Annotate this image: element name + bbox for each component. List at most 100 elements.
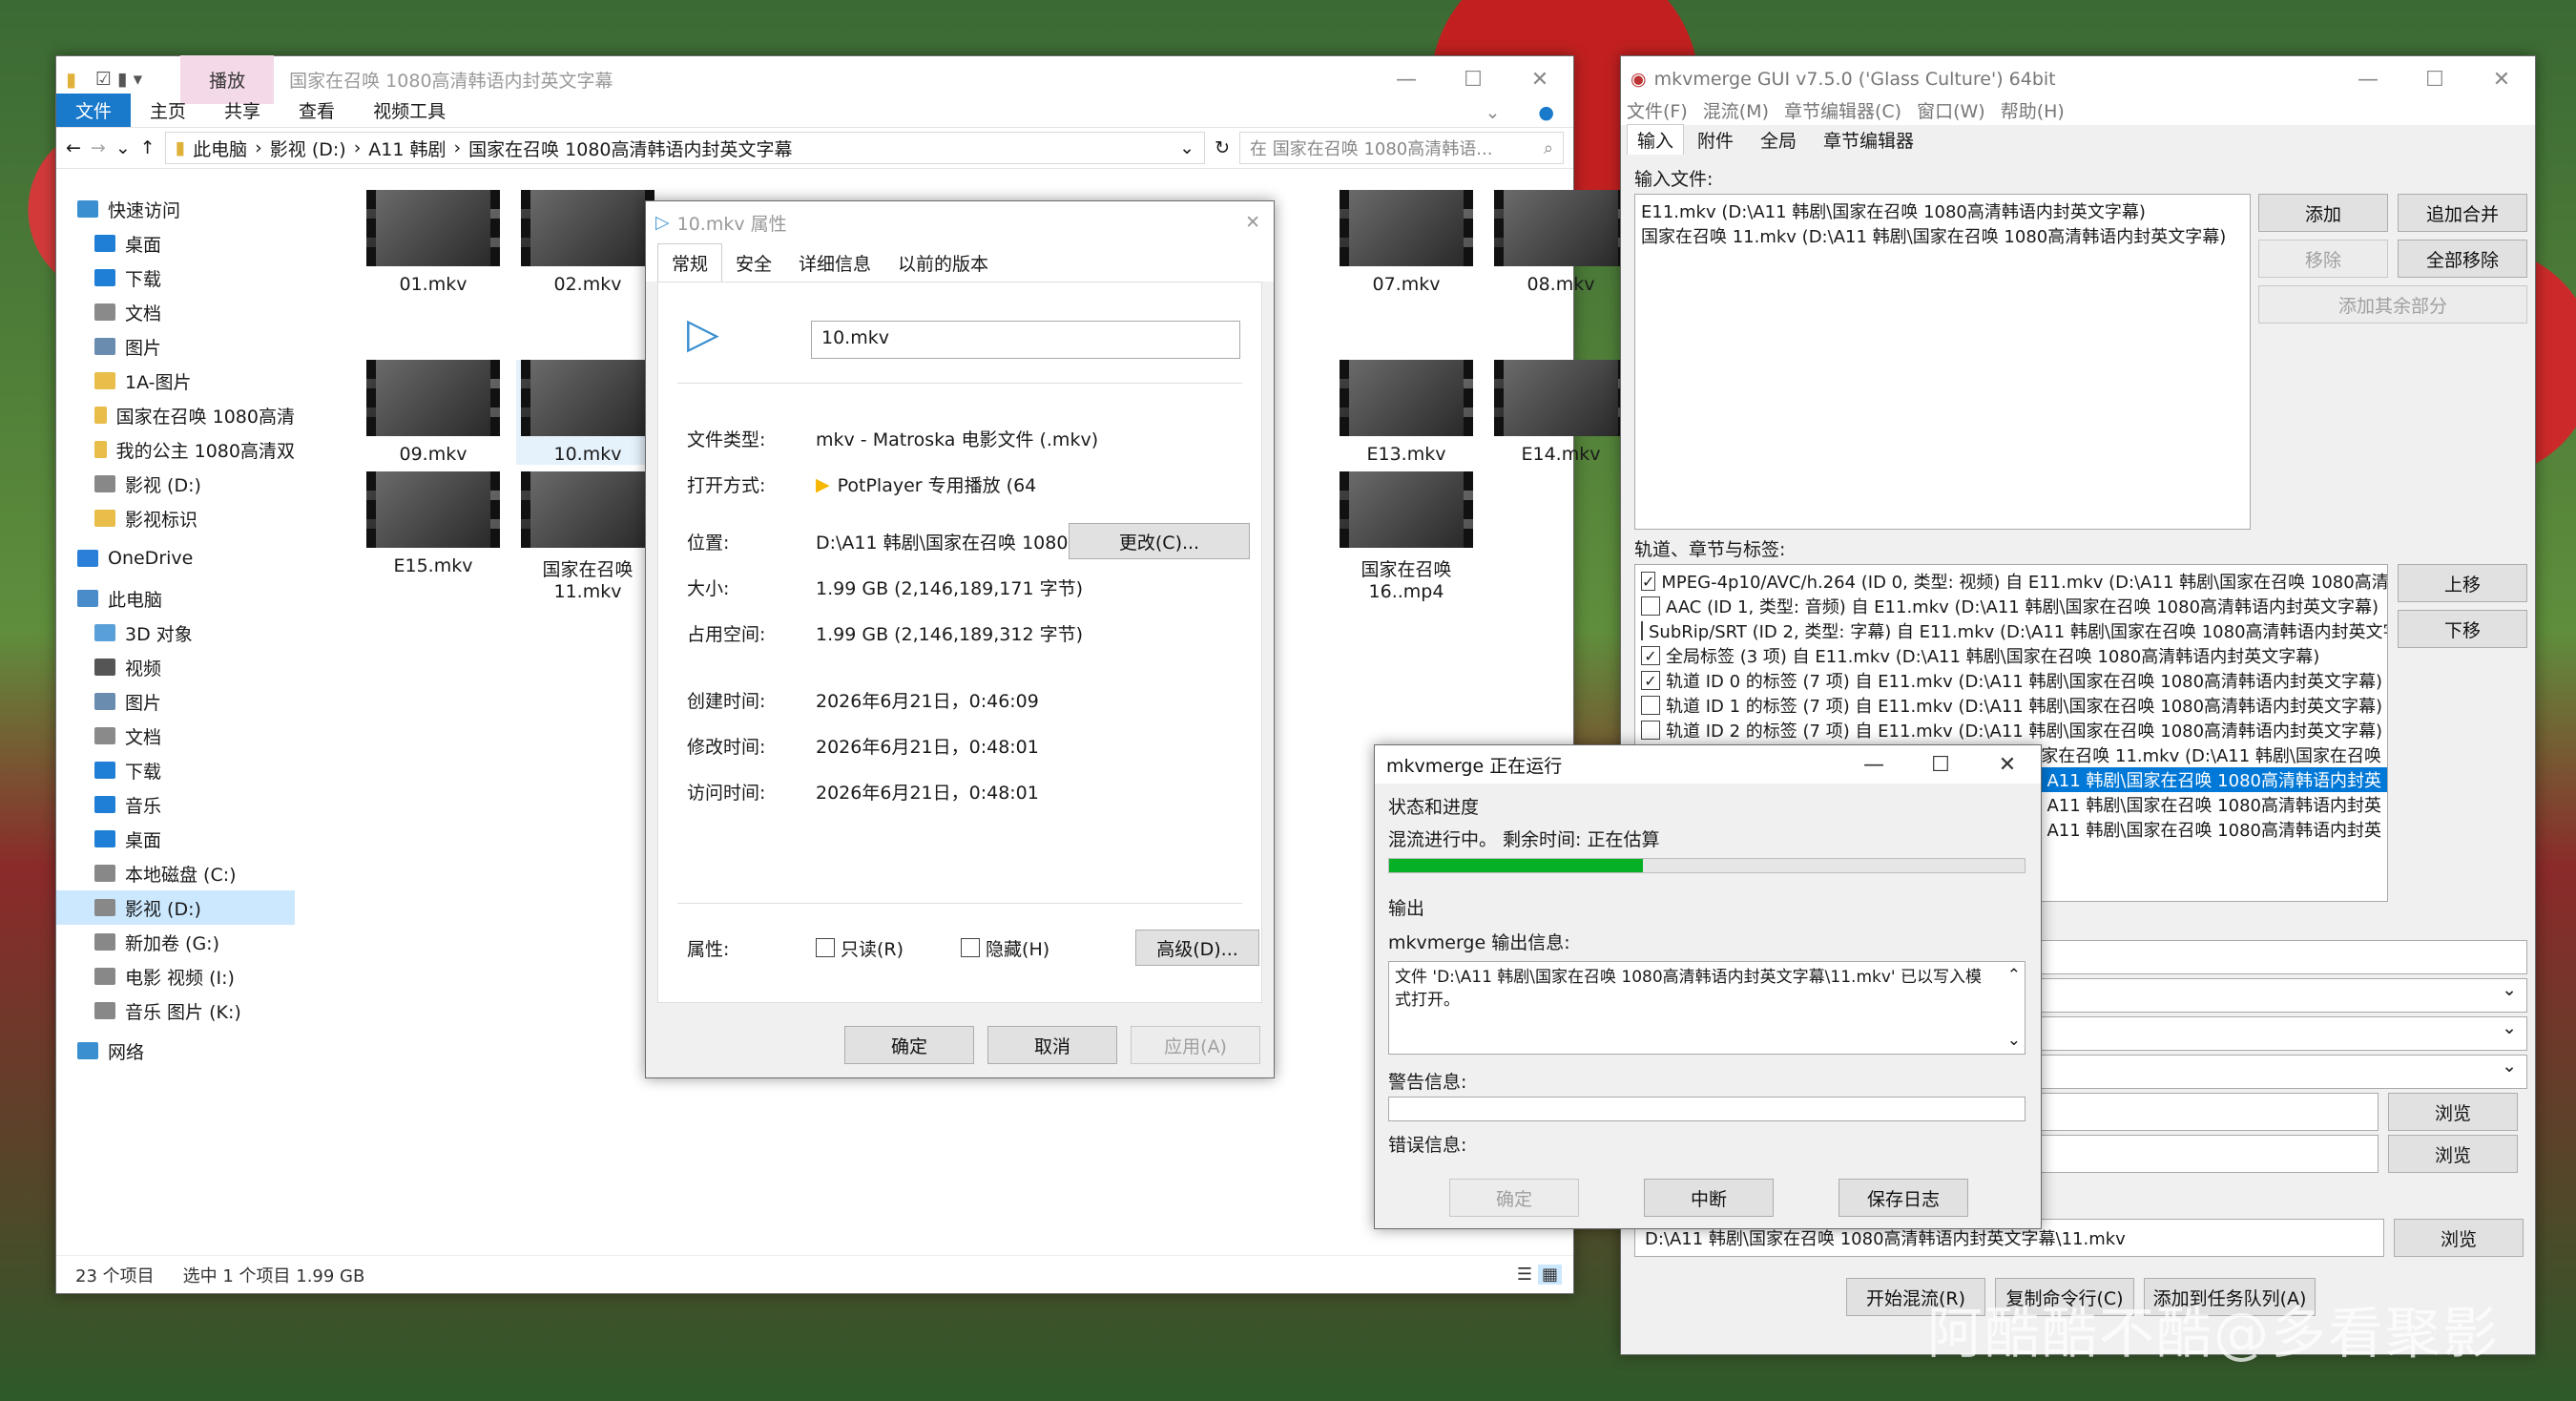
nav-item[interactable]: 快速访问	[56, 192, 295, 226]
add-other-parts-button[interactable]: 添加其余部分	[2258, 285, 2527, 324]
track-checkbox[interactable]: ✓	[1641, 646, 1660, 665]
track-item[interactable]: SubRip/SRT (ID 2, 类型: 字幕) 自 E11.mkv (D:\…	[1635, 618, 2387, 643]
tab-previous-versions[interactable]: 以前的版本	[884, 244, 1002, 282]
menu-window[interactable]: 窗口(W)	[1917, 97, 1985, 123]
menu-file[interactable]: 文件(F)	[1627, 97, 1688, 123]
nav-item[interactable]: 下载	[56, 753, 295, 787]
file-item[interactable]: 国家在召唤 11.mkv	[516, 471, 659, 602]
nav-item[interactable]: 新加卷 (G:)	[56, 925, 295, 959]
hidden-checkbox[interactable]	[961, 938, 981, 957]
minimize-icon[interactable]: —	[1373, 68, 1440, 92]
browse-button[interactable]: 浏览	[2388, 1093, 2518, 1131]
input-files-list[interactable]: E11.mkv (D:\A11 韩剧\国家在召唤 1080高清韩语内封英文字幕)…	[1634, 194, 2251, 530]
minimize-icon[interactable]: —	[2335, 68, 2401, 92]
nav-item[interactable]: 网络	[56, 1034, 295, 1068]
browse-output-button[interactable]: 浏览	[2394, 1219, 2524, 1257]
nav-item[interactable]: 音乐	[56, 787, 295, 822]
nav-item[interactable]: 国家在召唤 1080高清	[56, 398, 295, 432]
nav-item[interactable]: 文档	[56, 719, 295, 753]
maximize-icon[interactable]: ☐	[2401, 68, 2468, 92]
ribbon-tab-file[interactable]: 文件	[56, 94, 132, 127]
nav-item[interactable]: 桌面	[56, 822, 295, 856]
nav-item[interactable]: 桌面	[56, 226, 295, 261]
chevron-down-icon[interactable]: ⌄	[1179, 137, 1195, 158]
move-down-button[interactable]: 下移	[2398, 610, 2527, 648]
tab-attachments[interactable]: 附件	[1684, 125, 1747, 155]
track-item[interactable]: ✓ 全局标签 (3 项) 自 E11.mkv (D:\A11 韩剧\国家在召唤 1…	[1635, 643, 2387, 668]
close-icon[interactable]: ✕	[2468, 68, 2535, 92]
breadcrumb-item[interactable]: 此电脑	[193, 136, 247, 161]
abort-button[interactable]: 中断	[1644, 1179, 1774, 1217]
file-item[interactable]: E14.mkv	[1489, 360, 1632, 465]
track-item[interactable]: ✓ 轨道 ID 0 的标签 (7 项) 自 E11.mkv (D:\A11 韩剧\…	[1635, 668, 2387, 693]
track-item[interactable]: 轨道 ID 1 的标签 (7 项) 自 E11.mkv (D:\A11 韩剧\国…	[1635, 693, 2387, 718]
add-button[interactable]: 添加	[2258, 194, 2388, 232]
file-item[interactable]: E13.mkv	[1335, 360, 1478, 465]
breadcrumb-item[interactable]: 影视 (D:)	[270, 136, 346, 161]
readonly-checkbox[interactable]	[816, 938, 835, 957]
forward-icon[interactable]: →	[91, 137, 106, 158]
nav-item[interactable]: 图片	[56, 684, 295, 719]
ribbon-tab-home[interactable]: 主页	[131, 94, 205, 127]
warnings-textarea[interactable]	[1388, 1097, 2025, 1121]
nav-item[interactable]: 3D 对象	[56, 616, 295, 650]
nav-item[interactable]: 视频	[56, 650, 295, 684]
apply-button[interactable]: 应用(A)	[1131, 1026, 1260, 1064]
file-item-selected[interactable]: 10.mkv	[516, 360, 659, 465]
nav-item[interactable]: 下载	[56, 261, 295, 295]
track-checkbox[interactable]	[1641, 696, 1660, 715]
nav-item[interactable]: 本地磁盘 (C:)	[56, 856, 295, 890]
nav-item[interactable]: 图片	[56, 329, 295, 364]
menu-mux[interactable]: 混流(M)	[1703, 97, 1769, 123]
file-item[interactable]: E15.mkv	[362, 471, 505, 576]
track-item[interactable]: AAC (ID 1, 类型: 音频) 自 E11.mkv (D:\A11 韩剧\…	[1635, 594, 2387, 618]
nav-item[interactable]: 1A-图片	[56, 364, 295, 398]
nav-item[interactable]: OneDrive	[56, 541, 295, 575]
nav-item[interactable]: 影视标识	[56, 501, 295, 535]
file-item[interactable]: 07.mkv	[1335, 190, 1478, 295]
file-item[interactable]: 国家在召唤 16..mp4	[1335, 471, 1478, 602]
recent-icon[interactable]: ⌄	[115, 137, 131, 158]
nav-item[interactable]: 音乐 图片 (K:)	[56, 993, 295, 1028]
breadcrumb-item[interactable]: A11 韩剧	[368, 136, 446, 161]
nav-item[interactable]: 此电脑	[56, 581, 295, 616]
track-checkbox[interactable]: ✓	[1641, 572, 1656, 591]
nav-item[interactable]: 文档	[56, 295, 295, 329]
track-item[interactable]: ✓ MPEG-4p10/AVC/h.264 (ID 0, 类型: 视频) 自 E1…	[1635, 569, 2387, 594]
cancel-button[interactable]: 取消	[987, 1026, 1117, 1064]
browse-button[interactable]: 浏览	[2388, 1135, 2518, 1173]
thumbnail-view-icon[interactable]: ▦	[1537, 1265, 1562, 1285]
tab-input[interactable]: 输入	[1627, 124, 1685, 155]
track-checkbox[interactable]	[1641, 621, 1643, 640]
ribbon-tab-share[interactable]: 共享	[205, 94, 280, 127]
ribbon-tab-view[interactable]: 查看	[280, 94, 354, 127]
save-log-button[interactable]: 保存日志	[1839, 1179, 1968, 1217]
append-button[interactable]: 追加合并	[2398, 194, 2527, 232]
close-icon[interactable]: ✕	[1506, 68, 1573, 92]
back-icon[interactable]: ←	[66, 137, 81, 158]
filename-field[interactable]: 10.mkv	[811, 321, 1240, 359]
output-textarea[interactable]: 文件 'D:\A11 韩剧\国家在召唤 1080高清韩语内封英文字幕\11.mk…	[1388, 961, 2025, 1055]
move-up-button[interactable]: 上移	[2398, 564, 2527, 602]
tab-global[interactable]: 全局	[1747, 125, 1810, 155]
qat-icon[interactable]: ☑ ▮ ▾	[95, 69, 142, 90]
list-item[interactable]: E11.mkv (D:\A11 韩剧\国家在召唤 1080高清韩语内封英文字幕)	[1635, 199, 2250, 223]
file-item[interactable]: 08.mkv	[1489, 190, 1632, 295]
tab-security[interactable]: 安全	[722, 244, 785, 282]
close-icon[interactable]: ✕	[1974, 753, 2041, 777]
ribbon-tab-video-tools[interactable]: 视频工具	[354, 94, 465, 127]
track-checkbox[interactable]	[1641, 721, 1660, 740]
remove-button[interactable]: 移除	[2258, 240, 2388, 278]
help-icon[interactable]: ●	[1519, 98, 1573, 127]
nav-item[interactable]: 影视 (D:)	[56, 467, 295, 501]
change-button[interactable]: 更改(C)...	[1069, 523, 1250, 559]
breadcrumb-item[interactable]: 国家在召唤 1080高清韩语内封英文字幕	[468, 136, 792, 161]
maximize-icon[interactable]: ☐	[1440, 68, 1506, 92]
chevron-down-icon[interactable]: ⌄	[1465, 98, 1519, 127]
menu-help[interactable]: 帮助(H)	[2001, 97, 2065, 123]
track-item[interactable]: 轨道 ID 2 的标签 (7 项) 自 E11.mkv (D:\A11 韩剧\国…	[1635, 718, 2387, 742]
tab-chapter-editor[interactable]: 章节编辑器	[1810, 125, 1927, 155]
tab-general[interactable]: 常规	[657, 243, 723, 282]
track-checkbox[interactable]	[1641, 596, 1660, 616]
scroll-up-icon[interactable]: ⌃	[2007, 964, 2021, 987]
